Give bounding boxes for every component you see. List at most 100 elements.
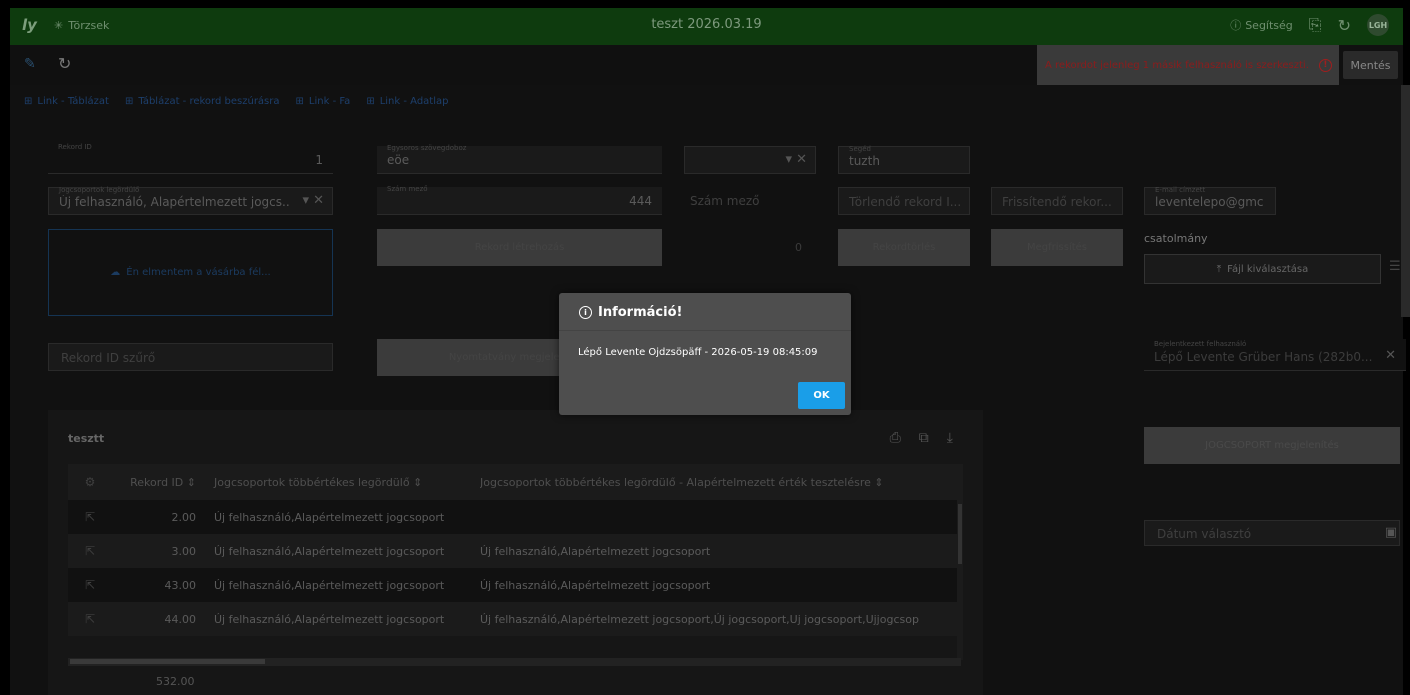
dialog-message: Lépő Levente Ojdzsöpäff - 2026-05-19 08:… xyxy=(578,347,818,358)
cell-id: 44.00 xyxy=(164,612,197,626)
bejelentkezett-value: Lépő Levente Grüber Hans (282b0... xyxy=(1154,350,1373,364)
rekordtorles-button[interactable]: Rekordtörlés xyxy=(838,229,970,266)
col-multi[interactable]: Jogcsoportok többértékes legördülő ⇕ xyxy=(204,476,480,489)
table-vertical-scrollbar[interactable] xyxy=(957,500,963,660)
rekord-id-filter[interactable]: Rekord ID szűrő xyxy=(48,343,333,371)
grid-icon: ⊞ xyxy=(24,96,33,107)
crosshair-icon: ✳ xyxy=(54,19,64,32)
cell-multi: Új felhasználó,Alapértelmezett jogcsopor… xyxy=(214,510,445,524)
scroll-thumb[interactable] xyxy=(70,659,265,664)
link-tablazat-rekord[interactable]: ⊞ Táblázat - rekord beszúrásra xyxy=(125,96,280,107)
rekord-letrehozas-button[interactable]: Rekord létrehozás xyxy=(377,229,662,266)
dialog-divider xyxy=(559,330,851,331)
link-label: Táblázat - rekord beszúrásra xyxy=(138,96,280,107)
datum-field[interactable]: Dátum választó ▣ xyxy=(1144,520,1400,546)
file-dropzone[interactable]: ☁ Én elmentem a vásárba fél... xyxy=(48,229,333,316)
egysoros-value: eöe xyxy=(387,153,410,167)
cell-multi: Új felhasználó,Alapértelmezett jogcsopor… xyxy=(214,578,445,592)
clear-icon[interactable]: ▾ ✕ xyxy=(302,193,324,208)
edit-warning: A rekordot jelenleg 1 másik felhasználó … xyxy=(1037,45,1339,85)
cell-id: 3.00 xyxy=(171,544,197,558)
torzsek-label: Törzsek xyxy=(68,19,110,32)
help-icon: ⓘ xyxy=(1230,19,1242,32)
avatar[interactable]: LGH xyxy=(1367,14,1389,36)
open-record-icon[interactable]: ⇱ xyxy=(68,510,112,524)
csatolmany-label: csatolmány xyxy=(1144,232,1208,245)
link-label: Link - Adatlap xyxy=(379,96,449,107)
edit-warning-text: A rekordot jelenleg 1 másik felhasználó … xyxy=(1045,59,1309,71)
clipboard-search-icon[interactable]: ⎘ xyxy=(1309,15,1322,35)
print-icon[interactable]: ⎙ xyxy=(890,430,901,446)
szam-field[interactable]: Szám mező 444 xyxy=(377,185,662,215)
ok-button[interactable]: OK xyxy=(798,382,845,409)
cell-multi-default: Új felhasználó,Alapértelmezett jogcsopor… xyxy=(480,612,919,626)
datum-placeholder: Dátum választó xyxy=(1157,527,1252,541)
link-adatlap[interactable]: ⊞ Link - Adatlap xyxy=(366,96,448,107)
open-record-icon[interactable]: ⇱ xyxy=(68,544,112,558)
window-title: teszt 2026.03.19 xyxy=(651,17,762,32)
title-bar: ly ✳ Törzsek teszt 2026.03.19 ⓘ Segítség… xyxy=(10,8,1403,45)
col-label: Jogcsoportok többértékes legördülő - Ala… xyxy=(480,475,871,489)
table-row[interactable]: ⇱ 3.00 Új felhasználó,Alapértelmezett jo… xyxy=(68,534,963,568)
link-tablazat[interactable]: ⊞ Link - Táblázat xyxy=(24,96,109,107)
dropzone-text: Én elmentem a vásárba fél... xyxy=(126,267,271,278)
table-horizontal-scrollbar[interactable] xyxy=(68,658,961,666)
szam-field-2[interactable]: Szám mező xyxy=(684,187,816,215)
szam-value: 444 xyxy=(629,194,652,208)
help-link[interactable]: ⓘ Segítség xyxy=(1230,17,1293,33)
megfrissites-button[interactable]: Megfrissítés xyxy=(991,229,1123,266)
clear-icon[interactable]: ✕ xyxy=(1385,348,1396,363)
link-label: Link - Fa xyxy=(308,96,351,107)
counter-value: 0 xyxy=(795,241,802,254)
download-icon[interactable]: ⤓ xyxy=(947,430,953,446)
jogcsoport-dropdown[interactable]: Jogcsoportok legördülő Új felhasználó, A… xyxy=(48,186,333,215)
torlendo-placeholder: Törlendő rekord I... xyxy=(849,195,962,209)
refresh-icon[interactable]: ↻ xyxy=(1338,16,1351,35)
select-field[interactable]: ▾ ✕ xyxy=(684,146,816,174)
info-icon: i xyxy=(579,306,592,319)
page-scrollbar[interactable] xyxy=(1401,85,1410,317)
open-record-icon[interactable]: ⇱ xyxy=(68,612,112,626)
szam-placeholder: Szám mező xyxy=(690,194,760,208)
link-label: Link - Táblázat xyxy=(37,96,109,107)
dialog-title: i Információ! xyxy=(579,305,682,320)
cell-id: 2.00 xyxy=(171,510,197,524)
egysoros-label: Egysoros szövegdoboz xyxy=(387,144,467,152)
email-field[interactable]: E-mail címzett leventelepo@gmc xyxy=(1144,186,1276,215)
col-multi-default[interactable]: Jogcsoportok többértékes legördülő - Ala… xyxy=(480,476,950,489)
settings-icon[interactable]: ⚙ xyxy=(68,475,112,489)
link-fa[interactable]: ⊞ Link - Fa xyxy=(296,96,351,107)
app-logo: ly xyxy=(22,16,37,34)
open-record-icon[interactable]: ⇱ xyxy=(68,578,112,592)
clear-icon[interactable]: ▾ ✕ xyxy=(785,152,807,167)
rekord-id-filter-placeholder: Rekord ID szűrő xyxy=(61,351,156,365)
calendar-icon[interactable]: ▣ xyxy=(1385,525,1397,540)
scroll-thumb[interactable] xyxy=(958,504,962,564)
szam-label: Szám mező xyxy=(387,185,428,193)
table-header: ⚙ Rekord ID ⇕ Jogcsoportok többértékes l… xyxy=(68,464,963,500)
table-row[interactable]: ⇱ 44.00 Új felhasználó,Alapértelmezett j… xyxy=(68,602,963,636)
rekord-id-field[interactable]: Rekord ID 1 xyxy=(48,140,333,174)
egysoros-field[interactable]: Egysoros szövegdoboz eöe xyxy=(377,144,662,174)
bejelentkezett-dropdown[interactable]: Bejelentkezett felhasználó Lépő Levente … xyxy=(1144,339,1406,371)
torlendo-field[interactable]: Törlendő rekord I... xyxy=(838,187,970,215)
grid-icon: ⊞ xyxy=(124,96,134,107)
email-label: E-mail címzett xyxy=(1155,186,1206,194)
wrench-icon[interactable]: ✎ xyxy=(24,56,36,72)
seged-field[interactable]: Segéd tuzth xyxy=(838,145,970,174)
dialog-title-text: Információ! xyxy=(598,305,683,320)
table-row[interactable]: ⇱ 2.00 Új felhasználó,Alapértelmezett jo… xyxy=(68,500,963,534)
list-icon[interactable]: ☰ xyxy=(1389,259,1401,274)
torzsek-menu[interactable]: ✳ Törzsek xyxy=(54,19,109,32)
save-button[interactable]: Mentés xyxy=(1343,51,1398,79)
open-external-icon[interactable]: ⧉ xyxy=(919,430,929,446)
col-rekord-id[interactable]: Rekord ID ⇕ xyxy=(112,476,204,489)
file-select-button[interactable]: ⤒ Fájl kiválasztása xyxy=(1144,254,1381,284)
data-table: ⚙ Rekord ID ⇕ Jogcsoportok többértékes l… xyxy=(68,464,963,636)
reload-icon[interactable]: ↻ xyxy=(58,54,71,73)
jogcsoport-megjelenites-button[interactable]: JOGCSOPORT megjelenítés xyxy=(1144,427,1400,464)
toolbar: ✎ ↻ A rekordot jelenleg 1 másik felhaszn… xyxy=(10,45,1403,85)
table-row[interactable]: ⇱ 43.00 Új felhasználó,Alapértelmezett j… xyxy=(68,568,963,602)
help-label: Segítség xyxy=(1245,18,1293,32)
frissitendo-field[interactable]: Frissítendő rekor... xyxy=(991,187,1123,215)
